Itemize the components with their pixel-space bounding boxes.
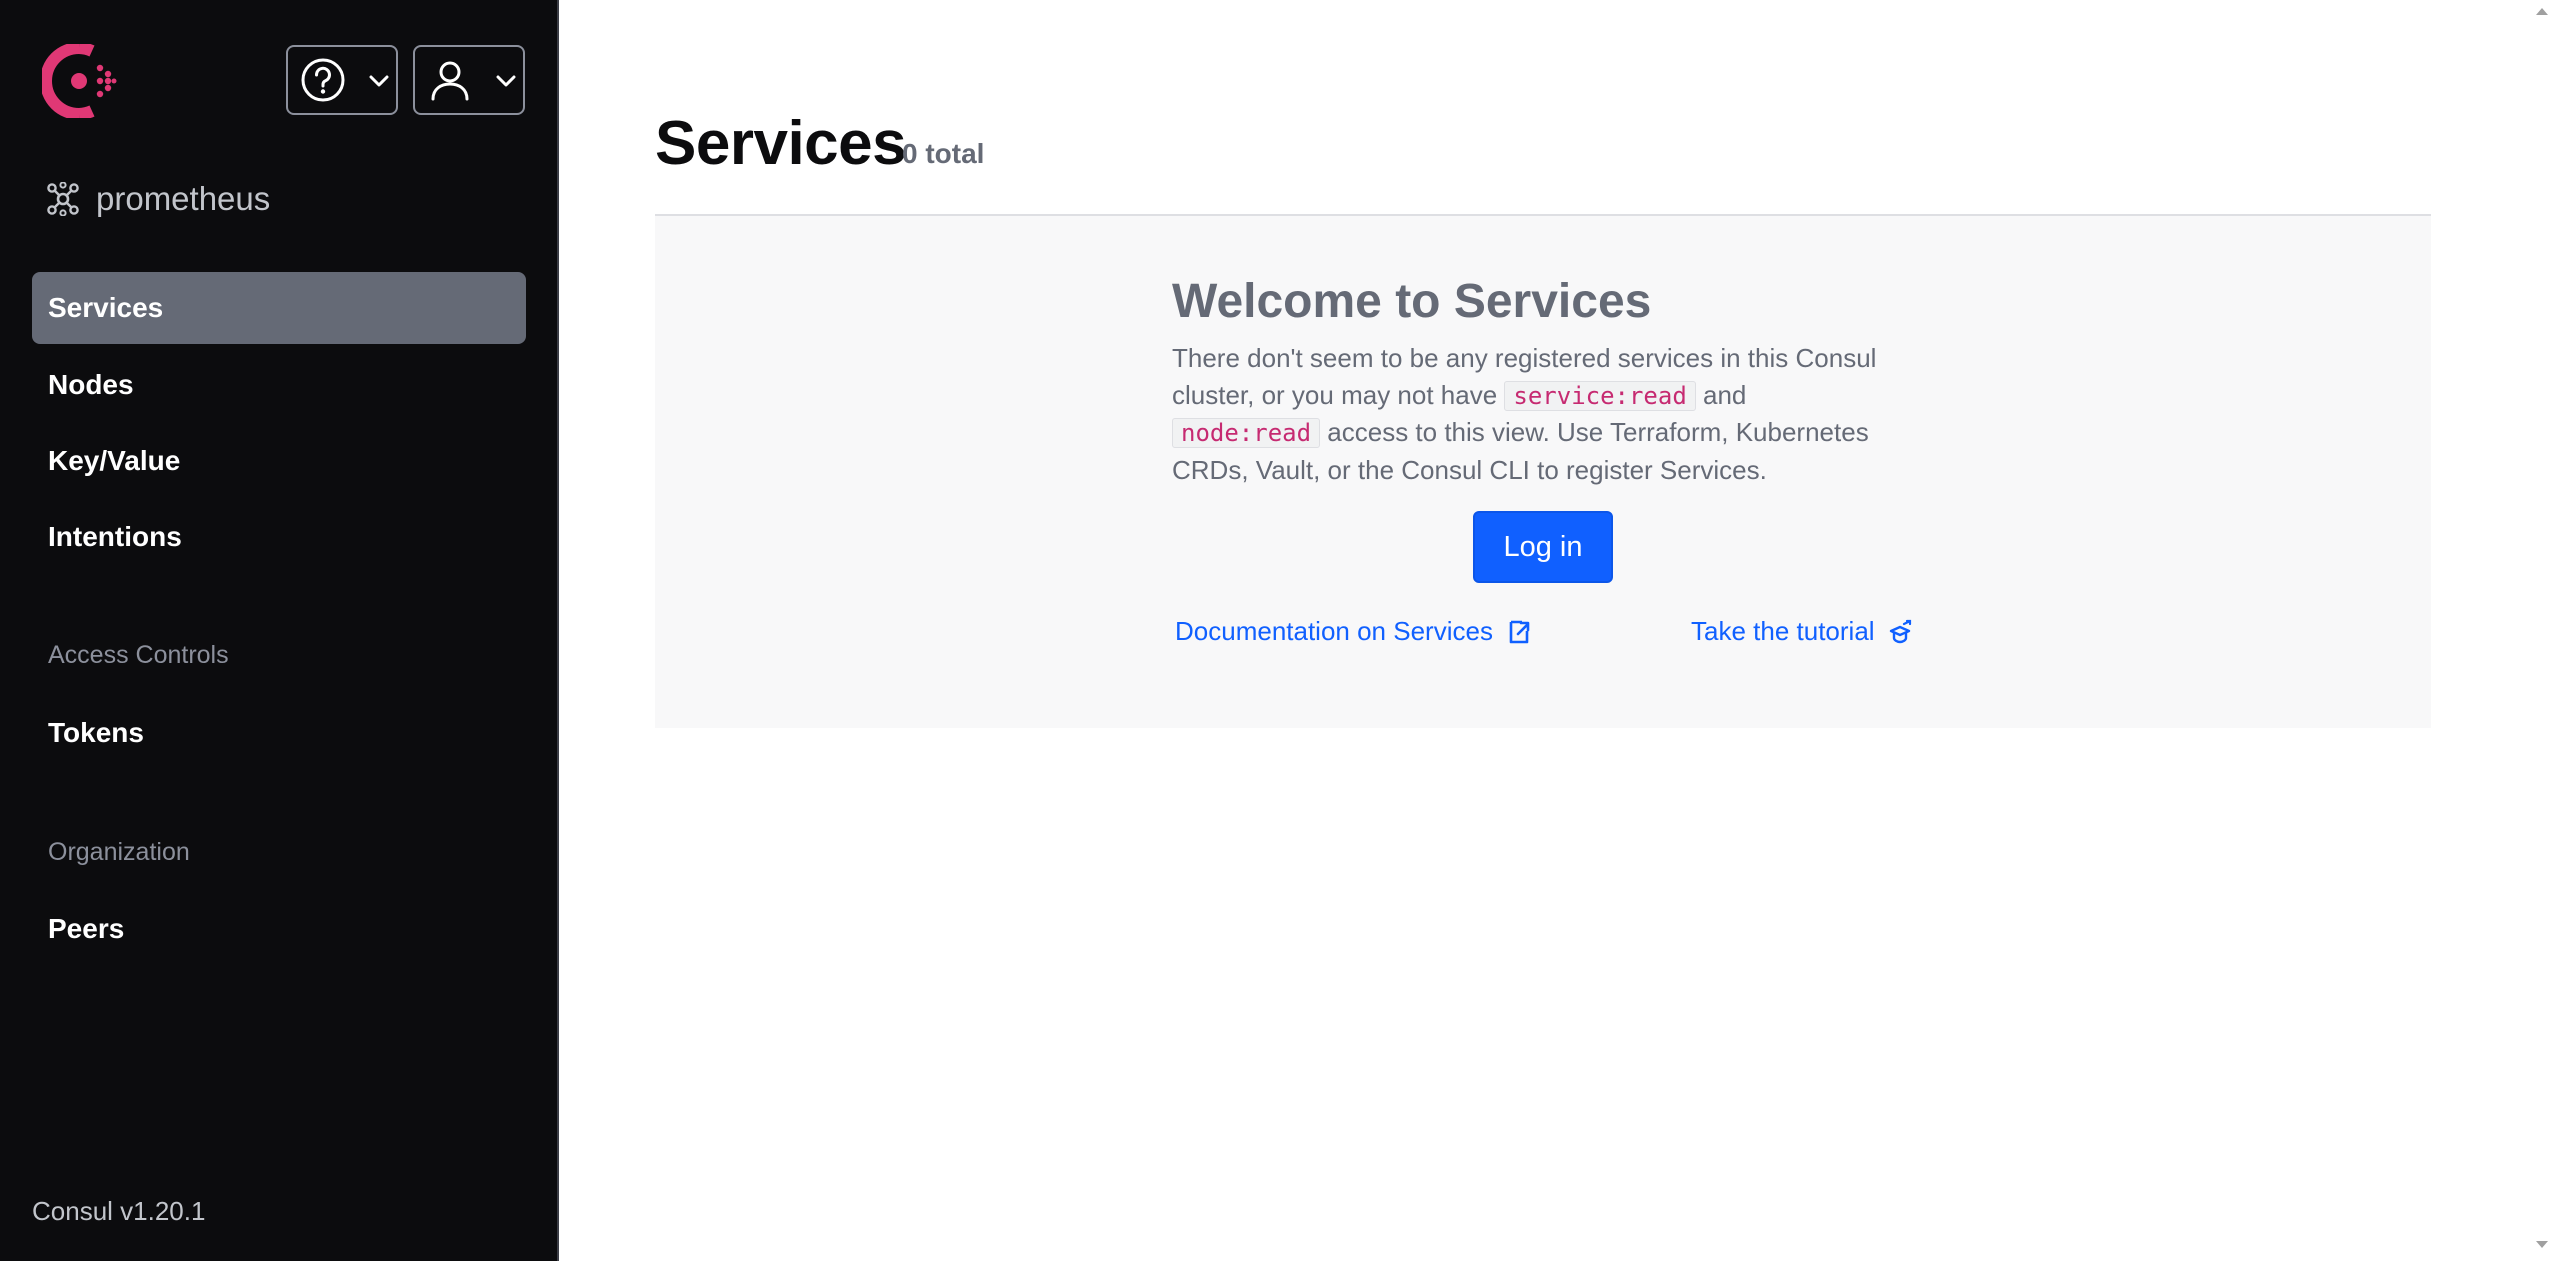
help-menu-button[interactable] — [286, 45, 398, 115]
documentation-link[interactable]: Documentation on Services — [1175, 616, 1531, 647]
docs-link-icon — [1509, 620, 1530, 643]
learn-icon — [1889, 619, 1911, 643]
sidebar-item-tokens[interactable]: Tokens — [32, 697, 526, 769]
tutorial-link-label: Take the tutorial — [1691, 616, 1875, 646]
sidebar-item-key-value[interactable]: Key/Value — [32, 425, 526, 497]
consul-logo-icon[interactable] — [42, 44, 118, 118]
consul-version: Consul v1.20.1 — [32, 1196, 206, 1226]
user-menu-button[interactable] — [413, 45, 525, 115]
page-scrollbar[interactable] — [2526, 0, 2559, 1261]
section-organization: Organization — [48, 838, 190, 866]
empty-state-heading: Welcome to Services — [1172, 275, 1652, 328]
empty-state-description: There don't seem to be any registered se… — [1172, 340, 1892, 488]
chevron-down-icon — [369, 75, 389, 87]
services-count: 0 total — [902, 138, 985, 169]
sidebar-item-services[interactable]: Services — [32, 272, 526, 344]
help-circle-icon — [301, 58, 345, 102]
main-content: Services 0 total Welcome to Services The… — [561, 0, 2526, 1261]
datacenter-label: prometheus — [96, 180, 271, 217]
description-text-part: and — [1695, 379, 1747, 410]
documentation-link-label: Documentation on Services — [1175, 616, 1493, 646]
sidebar-item-intentions[interactable]: Intentions — [32, 501, 526, 573]
page-title: Services — [655, 109, 907, 178]
datacenter-icon — [47, 182, 79, 216]
section-access-controls: Access Controls — [48, 641, 229, 669]
datacenter-selector[interactable]: prometheus — [46, 180, 270, 218]
login-button[interactable]: Log in — [1473, 511, 1613, 583]
sidebar: prometheus Services Nodes Key/Value Inte… — [0, 0, 559, 1261]
sidebar-item-peers[interactable]: Peers — [32, 893, 526, 965]
tutorial-link[interactable]: Take the tutorial — [1691, 616, 1913, 647]
service-read-code: service:read — [1504, 380, 1696, 411]
user-icon — [431, 61, 469, 101]
sidebar-item-nodes[interactable]: Nodes — [32, 349, 526, 421]
node-read-code: node:read — [1172, 418, 1321, 448]
scroll-down-arrow-icon[interactable] — [2535, 1240, 2549, 1250]
chevron-down-icon — [496, 75, 516, 87]
scroll-up-arrow-icon[interactable] — [2535, 6, 2549, 16]
